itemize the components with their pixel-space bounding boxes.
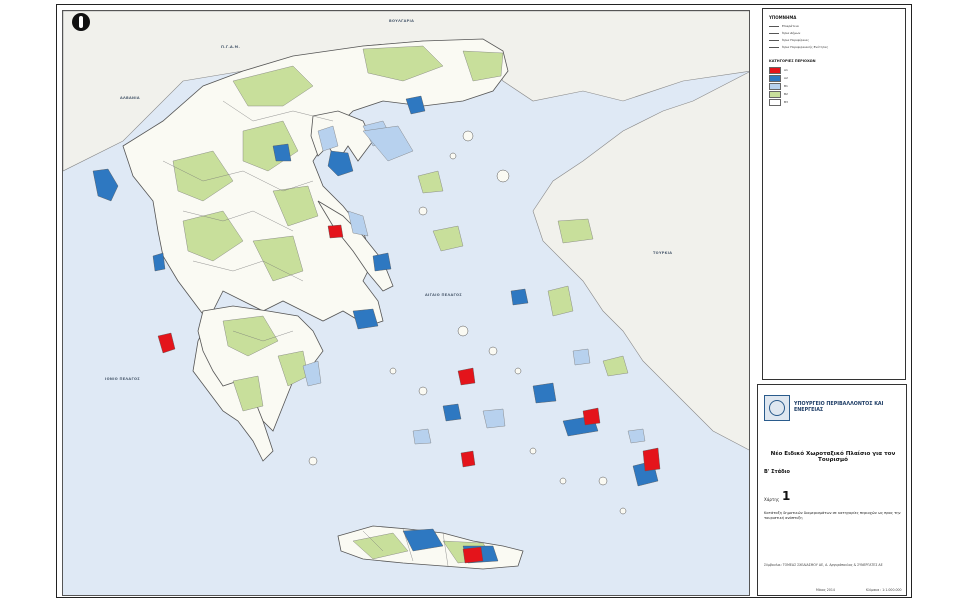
- legend-category-row: Β1: [769, 82, 788, 90]
- legend-header-categories: ΚΑΤΗΓΟΡΙΕΣ ΠΕΡΙΟΧΩΝ: [769, 59, 816, 63]
- legend-boundary-label: Όρια Περιφερειακής Ενότητας: [782, 45, 829, 49]
- credits: Σύμβουλοι: ΤΟΜΕΑΣ ΣΧΕΔΙΑΣΜΟΥ ΑΕ, Α. Αργυ…: [764, 563, 883, 567]
- map-number: 1: [782, 489, 791, 503]
- legend-category-label: Α1: [784, 68, 788, 72]
- map-frame[interactable]: ΑΙΓΑΙΟ ΠΕΛΑΓΟΣ ΙΟΝΙΟ ΠΕΛΑΓΟΣ ΑΛΒΑΝΙΑ Π.Γ…: [62, 10, 750, 596]
- title-block: ΥΠΟΥΡΓΕΙΟ ΠΕΡΙΒΑΛΛΟΝΤΟΣ ΚΑΙ ΕΝΕΡΓΕΙΑΣ Νέ…: [757, 384, 907, 596]
- ministry-name: ΥΠΟΥΡΓΕΙΟ ΠΕΡΙΒΑΛΛΟΝΤΟΣ ΚΑΙ ΕΝΕΡΓΕΙΑΣ: [794, 402, 884, 413]
- legend-category-label: Α2: [784, 76, 788, 80]
- north-arrow-icon: [72, 13, 90, 31]
- legend-category-row: Β3: [769, 98, 788, 106]
- label-ionian: ΙΟΝΙΟ ΠΕΛΑΓΟΣ: [105, 377, 140, 381]
- label-turkey: ΤΟΥΡΚΙΑ: [653, 251, 673, 255]
- legend-panel: ΥΠΟΜΝΗΜΑ Επικράτεια Όρια Δήμων Όρια Περι…: [762, 8, 906, 380]
- turkey-land: [532, 71, 749, 451]
- map-number-label: Χάρτης: [764, 497, 780, 502]
- legend-boundary-row: Επικράτεια: [769, 23, 799, 29]
- legend-category-row: Β2: [769, 90, 788, 98]
- legend-boundary-row: Όρια Περιφέρειας: [769, 37, 809, 43]
- legend-category-label: Β2: [784, 92, 788, 96]
- label-albania: ΑΛΒΑΝΙΑ: [120, 96, 140, 100]
- map-title: Νέο Ειδικό Χωροταξικό Πλαίσιο για τον Το…: [770, 451, 896, 463]
- map-date: Μάιος 2014: [816, 588, 835, 592]
- legend-category-label: Β1: [784, 84, 788, 88]
- legend-boundary-label: Όρια Περιφέρειας: [782, 38, 809, 42]
- legend-boundary-label: Επικράτεια: [782, 24, 799, 28]
- ministry-header: ΥΠΟΥΡΓΕΙΟ ΠΕΡΙΒΑΛΛΟΝΤΟΣ ΚΑΙ ΕΝΕΡΓΕΙΑΣ: [764, 395, 894, 421]
- legend-category-label: Β3: [784, 100, 788, 104]
- legend-boundary-row: Όρια Περιφερειακής Ενότητας: [769, 44, 828, 50]
- legend-boundary-label: Όρια Δήμων: [782, 31, 801, 35]
- legend-header-boundaries: ΥΠΟΜΝΗΜΑ: [769, 15, 797, 20]
- label-bulgaria: ΒΟΥΛΓΑΡΙΑ: [389, 19, 415, 23]
- label-aegean: ΑΙΓΑΙΟ ΠΕΛΑΓΟΣ: [425, 293, 462, 297]
- greece-mainland: [122, 38, 509, 462]
- legend-category-row: Α2: [769, 74, 788, 82]
- map-description: Κατάταξη δημοτικών διαμερισμάτων σε κατη…: [764, 511, 901, 520]
- greece-map: [63, 11, 749, 570]
- legend-category-row: Α1: [769, 66, 788, 74]
- map-scale: Κλίμακα : 1:1.000.000: [866, 588, 902, 592]
- label-fyrom: Π.Γ.Δ.Μ.: [221, 45, 241, 49]
- legend-boundary-row: Όρια Δήμων: [769, 30, 800, 36]
- stage-label: Β' Στάδιο: [764, 469, 790, 475]
- ministry-emblem-icon: [764, 395, 790, 421]
